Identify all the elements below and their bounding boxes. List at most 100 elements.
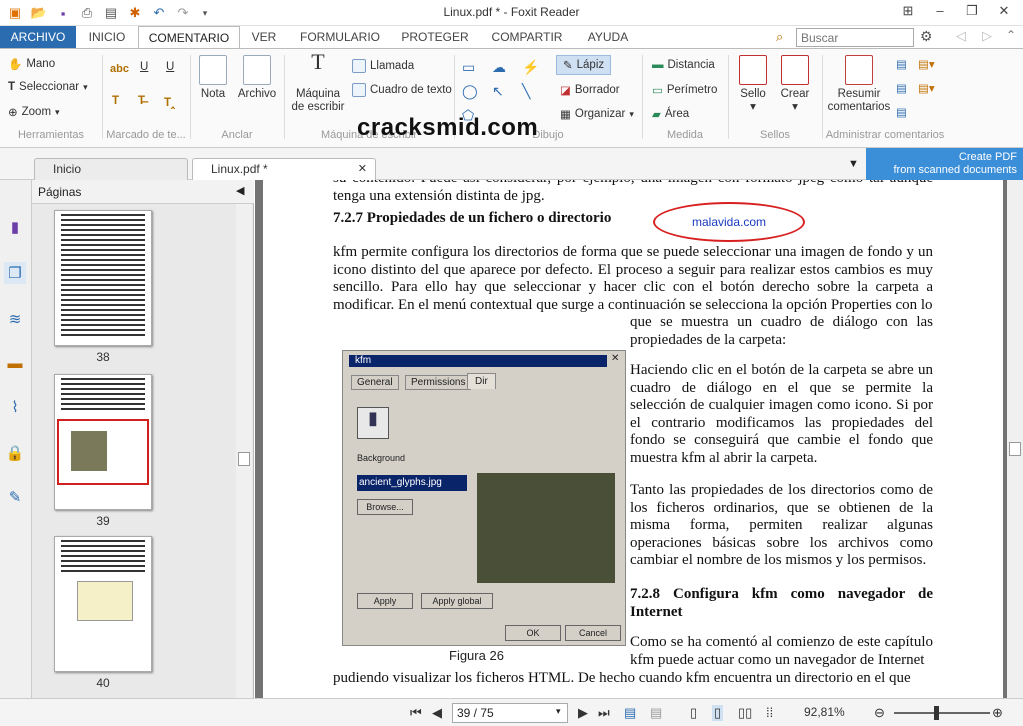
next-page-icon[interactable]: ▶ bbox=[578, 705, 588, 721]
tab-proteger[interactable]: PROTEGER bbox=[394, 26, 476, 48]
import-comments-icon[interactable]: ▤ bbox=[896, 57, 907, 71]
replace-text-icon[interactable]: T̶ bbox=[138, 95, 145, 107]
panel-scrollbar[interactable] bbox=[236, 204, 252, 698]
last-page-icon[interactable]: ⏭ bbox=[598, 705, 610, 721]
restore-button[interactable]: ❐ bbox=[958, 3, 986, 23]
group-label: Administrar comentarios bbox=[825, 129, 945, 141]
zoom-tool-button[interactable]: ⊕ Zoom ▾ bbox=[8, 105, 60, 119]
popup-comments-icon[interactable]: ▤▾ bbox=[918, 81, 935, 95]
page-thumbnail[interactable] bbox=[54, 374, 152, 510]
stamp-button[interactable]: Sello ▾ bbox=[734, 55, 772, 114]
arrow-icon[interactable]: ↖ bbox=[492, 83, 504, 100]
summarize-icon bbox=[845, 55, 873, 85]
squiggly-icon[interactable]: U bbox=[166, 61, 174, 73]
page-number-input[interactable]: 39 / 75 bbox=[452, 703, 568, 723]
continuous-page-icon[interactable]: ▯ bbox=[712, 705, 724, 721]
tab-inicio-doc[interactable]: Inicio bbox=[34, 158, 188, 180]
underline-icon[interactable]: U bbox=[140, 61, 148, 73]
tab-formulario[interactable]: FORMULARIO bbox=[292, 26, 388, 48]
save-view-icon[interactable]: ▤ bbox=[624, 705, 636, 721]
continuous-facing-icon[interactable]: ⁞⁞ bbox=[766, 705, 773, 720]
collapse-ribbon-icon[interactable]: ⌃ bbox=[1006, 28, 1016, 42]
area-button[interactable]: ▰ Área bbox=[652, 107, 689, 121]
arrange-button[interactable]: ▦ Organizar ▾ bbox=[560, 107, 634, 121]
signature-icon[interactable]: ✎ bbox=[4, 486, 26, 508]
callout-button[interactable]: Llamada bbox=[352, 59, 414, 73]
ad-banner[interactable]: Create PDF from scanned documents bbox=[866, 148, 1023, 180]
tab-ayuda[interactable]: AYUDA bbox=[578, 26, 638, 48]
collapse-panel-icon[interactable]: ◀ bbox=[236, 184, 244, 197]
summarize-comments-button[interactable]: Resumir comentarios bbox=[826, 55, 892, 114]
attach-file-button[interactable]: Archivo bbox=[236, 55, 278, 101]
document-view[interactable]: su contenido. Puede así considerar, por … bbox=[255, 180, 1007, 698]
document-scrollbar[interactable] bbox=[1007, 180, 1023, 698]
hand-icon: ✋ bbox=[8, 59, 23, 71]
back-icon[interactable]: ◁ bbox=[956, 28, 966, 44]
strikeout-icon[interactable]: T bbox=[112, 95, 119, 107]
show-comments-icon[interactable]: ▤ bbox=[896, 81, 907, 95]
zoom-slider[interactable] bbox=[894, 706, 990, 720]
folder-icon: ▮ bbox=[357, 407, 389, 439]
minimize-button[interactable]: – bbox=[926, 3, 954, 23]
tab-inicio[interactable]: INICIO bbox=[80, 26, 134, 48]
pages-icon[interactable]: ❐ bbox=[4, 262, 26, 284]
highlight-icon[interactable]: abc bbox=[110, 63, 129, 75]
comments-list-icon[interactable]: ▤ bbox=[896, 105, 907, 119]
clip-view-icon[interactable]: ▤ bbox=[650, 705, 662, 721]
previous-page-icon[interactable]: ◀ bbox=[432, 705, 442, 721]
page-thumbnail[interactable] bbox=[54, 210, 152, 346]
textbox-icon bbox=[352, 83, 366, 97]
distance-button[interactable]: ▬ Distancia bbox=[652, 59, 715, 71]
pencil-button[interactable]: ✎ Lápiz bbox=[556, 55, 612, 75]
perimeter-button[interactable]: ▭ Perímetro bbox=[652, 83, 717, 97]
tab-comentario[interactable]: COMENTARIO bbox=[138, 26, 240, 49]
menu-bar: ARCHIVO INICIO COMENTARIO VER FORMULARIO… bbox=[0, 26, 1023, 49]
navigation-sidebar: ▮ ❐ ≋ ▬ ⌇ 🔒 ✎ bbox=[0, 180, 32, 698]
hand-tool-button[interactable]: ✋ Mano bbox=[8, 57, 55, 71]
insert-text-icon[interactable]: T‸ bbox=[164, 95, 175, 109]
page-thumbnail[interactable] bbox=[54, 536, 152, 672]
zoom-in-icon[interactable]: ⊕ bbox=[992, 705, 1003, 721]
create-stamp-icon bbox=[781, 55, 809, 85]
search-input[interactable] bbox=[796, 28, 914, 47]
layers-icon[interactable]: ≋ bbox=[4, 308, 26, 330]
tab-list-icon[interactable]: ▼ bbox=[848, 158, 859, 170]
single-page-icon[interactable]: ▯ bbox=[690, 705, 697, 721]
tab-archivo[interactable]: ARCHIVO bbox=[0, 26, 76, 48]
attachment-icon[interactable]: ⌇ bbox=[4, 396, 26, 418]
select-tool-button[interactable]: T Seleccionar ▾ bbox=[8, 81, 88, 93]
line-icon[interactable]: ╲ bbox=[522, 83, 530, 100]
bookmark-icon[interactable]: ▮ bbox=[4, 216, 26, 238]
eraser-button[interactable]: ◪ Borrador bbox=[560, 83, 620, 97]
zoom-out-icon[interactable]: ⊖ bbox=[874, 705, 885, 721]
dialog-tab-dir: Dir bbox=[467, 373, 496, 389]
tab-ver[interactable]: VER bbox=[244, 26, 284, 48]
forward-icon[interactable]: ▷ bbox=[982, 28, 992, 44]
rectangle-icon[interactable]: ▭ bbox=[462, 59, 475, 76]
textbox-button[interactable]: Cuadro de texto bbox=[352, 83, 452, 97]
find-icon[interactable]: ⌕ bbox=[776, 29, 783, 45]
polyline-icon[interactable]: ⚡ bbox=[522, 59, 539, 76]
facing-pages-icon[interactable]: ▯▯ bbox=[738, 705, 752, 721]
lock-icon[interactable]: 🔒 bbox=[4, 442, 26, 464]
page-dropdown-icon[interactable]: ▾ bbox=[556, 706, 561, 717]
tab-linux-pdf[interactable]: Linux.pdf * ✕ bbox=[192, 158, 376, 180]
layout-icon[interactable]: ⊞ bbox=[894, 3, 922, 23]
first-page-icon[interactable]: ⏮ bbox=[410, 705, 422, 721]
oval-icon[interactable]: ◯ bbox=[462, 83, 478, 100]
cloud-icon[interactable]: ☁ bbox=[492, 59, 506, 76]
area-icon: ▰ bbox=[652, 109, 661, 121]
comments-icon[interactable]: ▬ bbox=[4, 352, 26, 374]
export-comments-icon[interactable]: ▤▾ bbox=[918, 57, 935, 71]
typewriter-button[interactable]: T Máquina de escribir bbox=[290, 51, 346, 114]
gear-icon[interactable]: ⚙ bbox=[920, 28, 933, 45]
paragraph: Tanto las propiedades de los directorios… bbox=[630, 482, 933, 568]
close-button[interactable]: ✕ bbox=[990, 3, 1018, 23]
tab-compartir[interactable]: COMPARTIR bbox=[484, 26, 570, 48]
stamp-annotation[interactable]: malavida.com bbox=[653, 202, 805, 242]
create-stamp-button[interactable]: Crear ▾ bbox=[776, 55, 814, 114]
close-tab-icon[interactable]: ✕ bbox=[358, 159, 367, 179]
note-button[interactable]: Nota bbox=[196, 55, 230, 101]
dialog-close-icon: ✕ bbox=[611, 353, 620, 364]
panel-title: Páginas bbox=[38, 185, 82, 199]
